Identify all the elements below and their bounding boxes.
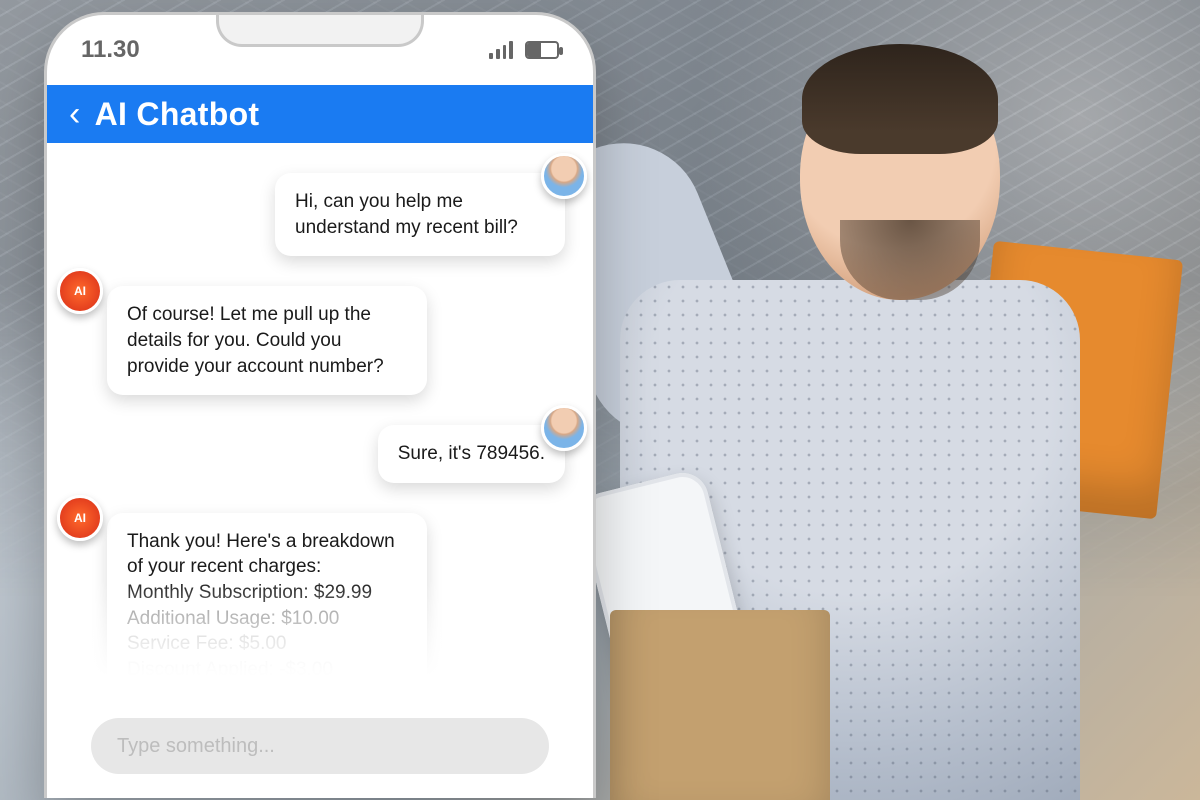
bot-avatar: AI: [57, 268, 103, 314]
breakdown-intro: Thank you! Here's a breakdown of your re…: [127, 529, 407, 580]
chat-title: AI Chatbot: [95, 96, 260, 133]
user-avatar: [541, 153, 587, 199]
message-user: Hi, can you help me understand my recent…: [75, 173, 565, 256]
message-bot: AI Of course! Let me pull up the details…: [75, 286, 565, 395]
breakdown-line: Discount Applied: -$3.00: [127, 657, 407, 683]
message-user: Sure, it's 789456.: [75, 425, 565, 483]
status-bar: 11.30: [47, 15, 593, 85]
signal-icon: [489, 41, 513, 59]
ai-badge: AI: [74, 284, 86, 298]
breakdown-line: Additional Usage: $10.00: [127, 606, 407, 632]
composer-placeholder: Type something...: [117, 735, 275, 758]
phone-mockup: 11.30 ‹ AI Chatbot Hi, can you help me u…: [44, 12, 596, 798]
message-bot: AI Thank you! Here's a breakdown of your…: [75, 513, 565, 699]
message-bubble: Thank you! Here's a breakdown of your re…: [107, 513, 427, 699]
user-avatar: [541, 405, 587, 451]
message-bubble: Sure, it's 789456.: [378, 425, 565, 483]
composer[interactable]: Type something...: [91, 718, 549, 774]
ai-badge: AI: [74, 511, 86, 525]
chat-header: ‹ AI Chatbot: [47, 85, 593, 143]
message-bubble: Of course! Let me pull up the details fo…: [107, 286, 427, 395]
breakdown-line: Service Fee: $5.00: [127, 631, 407, 657]
bot-avatar: AI: [57, 495, 103, 541]
back-icon[interactable]: ‹: [69, 97, 81, 131]
breakdown-line: Monthly Subscription: $29.99: [127, 580, 407, 606]
battery-icon: [525, 41, 559, 59]
message-bubble: Hi, can you help me understand my recent…: [275, 173, 565, 256]
message-thread[interactable]: Hi, can you help me understand my recent…: [47, 143, 593, 798]
clock: 11.30: [81, 36, 140, 64]
